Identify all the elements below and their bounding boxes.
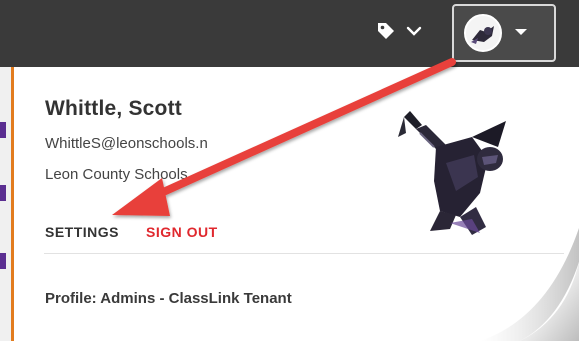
user-email: WhittleS@leonschools.n xyxy=(45,135,208,152)
armored-hero-illustration xyxy=(376,107,526,237)
user-dropdown-card: Whittle, Scott WhittleS@leonschools.n Le… xyxy=(14,67,579,341)
background-accent-chip xyxy=(0,122,6,138)
caret-down-icon xyxy=(514,24,528,42)
user-menu-button[interactable] xyxy=(452,4,556,62)
profile-info: Profile: Admins - ClassLink Tenant xyxy=(45,290,292,307)
tags-menu-button[interactable] xyxy=(376,18,436,48)
top-bar xyxy=(0,0,579,67)
screenshot: Whittle, Scott WhittleS@leonschools.n Le… xyxy=(0,0,579,341)
background-accent-chip xyxy=(0,185,6,201)
settings-link[interactable]: SETTINGS xyxy=(45,224,119,240)
user-name: Whittle, Scott xyxy=(45,97,182,120)
background-page-edge xyxy=(0,67,14,341)
avatar xyxy=(464,14,502,52)
chevron-down-icon xyxy=(406,24,422,42)
user-organization: Leon County Schools xyxy=(45,166,188,183)
sign-out-link[interactable]: SIGN OUT xyxy=(146,224,218,240)
divider xyxy=(44,253,564,254)
background-accent-chip xyxy=(0,253,6,269)
tag-icon xyxy=(376,21,396,46)
armored-hero-avatar-icon xyxy=(466,16,500,50)
